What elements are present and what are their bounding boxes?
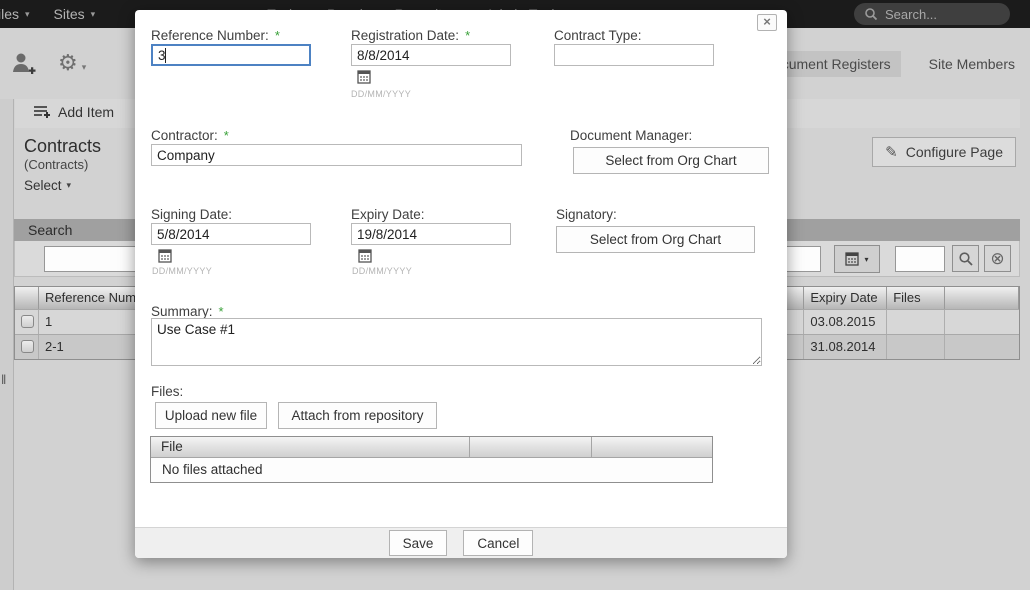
- row-checkbox[interactable]: [21, 315, 34, 328]
- cell-expiry: 03.08.2015: [804, 310, 887, 334]
- chevron-down-icon: ▾: [82, 62, 87, 72]
- expiry-date-label: Expiry Date:: [351, 207, 425, 222]
- chevron-down-icon: ▾: [864, 255, 868, 264]
- document-manager-label: Document Manager:: [570, 128, 692, 143]
- required-marker: *: [224, 128, 229, 143]
- search-icon: [958, 251, 974, 267]
- nav-item-label: Sites: [54, 6, 85, 22]
- upload-new-file-button[interactable]: Upload new file: [155, 402, 267, 429]
- run-search-button[interactable]: [952, 245, 979, 272]
- clear-circle-icon: ⊗: [990, 250, 1004, 267]
- contractor-input[interactable]: [151, 144, 522, 166]
- edit-contract-dialog: × Reference Number:* Registration Date:*…: [135, 10, 787, 558]
- column-header-expiry[interactable]: Expiry Date: [804, 287, 887, 309]
- required-marker: *: [219, 304, 224, 319]
- attached-files-table: File No files attached: [150, 436, 713, 483]
- signatory-select-button[interactable]: Select from Org Chart: [556, 226, 755, 253]
- attach-from-repository-button[interactable]: Attach from repository: [278, 402, 437, 429]
- clear-search-button[interactable]: ⊗: [984, 245, 1011, 272]
- date-format-hint: DD/MM/YYYY: [351, 89, 411, 99]
- add-item-button[interactable]: Add Item: [33, 104, 114, 120]
- configure-page-button[interactable]: ✎ Configure Page: [872, 137, 1016, 167]
- cancel-button[interactable]: Cancel: [463, 530, 533, 556]
- invite-user-icon[interactable]: [10, 50, 36, 76]
- dialog-footer: Save Cancel: [135, 527, 787, 558]
- contract-type-input[interactable]: [554, 44, 714, 66]
- nav-item-files[interactable]: iles ▾: [0, 6, 30, 22]
- search-section-title: Search: [28, 222, 72, 238]
- panel-resize-handle[interactable]: ‖: [1, 372, 6, 387]
- save-button[interactable]: Save: [389, 530, 448, 556]
- contractor-label: Contractor:*: [151, 128, 229, 143]
- files-column-file: File: [151, 437, 470, 457]
- chevron-down-icon: ▾: [25, 9, 30, 20]
- contract-type-label: Contract Type:: [554, 28, 642, 43]
- chevron-down-icon: ▾: [67, 180, 72, 191]
- files-column-blank: [592, 437, 712, 457]
- gear-icon: ⚙: [58, 50, 78, 75]
- document-manager-select-button[interactable]: Select from Org Chart: [573, 147, 769, 174]
- column-header-files[interactable]: Files: [887, 287, 945, 309]
- application-window: iles ▾ Sites ▾ Tasks People Repository A…: [0, 0, 1030, 590]
- chevron-down-icon: ▾: [91, 9, 96, 20]
- expiry-date-input[interactable]: [351, 223, 511, 245]
- search-input[interactable]: [885, 7, 995, 22]
- add-item-label: Add Item: [58, 104, 114, 120]
- add-item-icon: [33, 104, 50, 120]
- page-subtitle: (Contracts): [24, 157, 88, 172]
- files-label: Files:: [151, 384, 183, 399]
- cell-files: [887, 335, 945, 359]
- files-column-blank: [470, 437, 593, 457]
- nav-item-sites[interactable]: Sites ▾: [54, 6, 96, 22]
- global-search-box[interactable]: [854, 3, 1010, 25]
- page-title: Contracts: [24, 136, 101, 157]
- left-panel-rail: ‖: [0, 99, 14, 590]
- nav-item-label: iles: [0, 6, 19, 22]
- search-icon: [864, 7, 878, 21]
- signatory-label: Signatory:: [556, 207, 617, 222]
- registration-date-input[interactable]: [351, 44, 511, 66]
- signing-date-input[interactable]: [151, 223, 311, 245]
- column-header-checkbox: [15, 287, 39, 309]
- text-cursor: [165, 48, 166, 63]
- summary-textarea[interactable]: Use Case #1: [151, 318, 762, 366]
- cell-expiry: 31.08.2014: [804, 335, 887, 359]
- pencil-icon: ✎: [885, 143, 898, 161]
- column-header-blank: [945, 287, 1019, 309]
- required-marker: *: [465, 28, 470, 43]
- close-icon[interactable]: ×: [757, 14, 777, 31]
- filter-value-input[interactable]: [895, 246, 945, 272]
- reference-number-label: Reference Number:*: [151, 28, 280, 43]
- calendar-picker-icon[interactable]: [358, 249, 372, 263]
- summary-label: Summary:*: [151, 304, 224, 319]
- configure-page-label: Configure Page: [906, 144, 1003, 160]
- reference-number-input[interactable]: [151, 44, 311, 66]
- calendar-icon: [845, 252, 859, 266]
- signing-date-label: Signing Date:: [151, 207, 232, 222]
- calendar-picker-icon[interactable]: [357, 70, 371, 84]
- calendar-picker-icon[interactable]: [158, 249, 172, 263]
- row-checkbox[interactable]: [21, 340, 34, 353]
- date-filter-button[interactable]: ▾: [834, 245, 880, 273]
- settings-menu[interactable]: ⚙▾: [58, 52, 86, 75]
- cell-files: [887, 310, 945, 334]
- date-format-hint: DD/MM/YYYY: [152, 266, 212, 276]
- files-table-header: File: [151, 437, 712, 458]
- select-dropdown[interactable]: Select ▾: [24, 178, 71, 193]
- files-empty-message: No files attached: [151, 458, 712, 482]
- required-marker: *: [275, 28, 280, 43]
- site-members-button[interactable]: Site Members: [919, 51, 1025, 77]
- date-format-hint: DD/MM/YYYY: [352, 266, 412, 276]
- select-label: Select: [24, 178, 62, 193]
- registration-date-label: Registration Date:*: [351, 28, 470, 43]
